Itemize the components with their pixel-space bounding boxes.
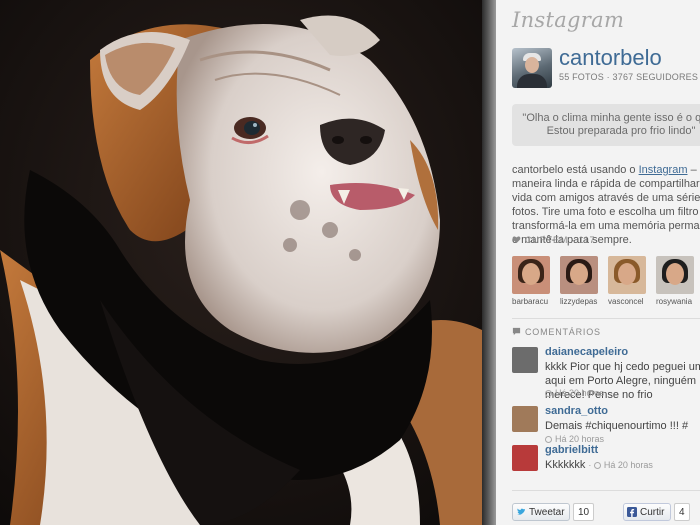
liker-avatar[interactable] — [656, 256, 694, 294]
tweet-label: Tweetar — [529, 507, 565, 518]
instagram-link[interactable]: Instagram — [639, 164, 688, 176]
comments-label: COMENTÁRIOS — [525, 327, 601, 337]
facebook-like-button[interactable]: Curtir — [623, 503, 671, 521]
panel-divider — [482, 0, 496, 525]
twitter-bird-icon — [517, 508, 525, 515]
about-suffix: – uma maneira linda e rápida de comparti… — [512, 164, 700, 246]
liker-name[interactable]: vasconcel — [608, 297, 650, 306]
facebook-icon — [627, 507, 637, 517]
liker-avatar[interactable] — [560, 256, 598, 294]
commenter-avatar[interactable] — [512, 406, 538, 432]
comments-header: COMENTÁRIOS — [512, 327, 601, 337]
profile-avatar[interactable] — [512, 48, 552, 88]
speech-bubble-icon — [512, 327, 521, 336]
clock-icon — [545, 390, 552, 397]
comment-time: Há 20 horas — [545, 434, 604, 444]
liker-item[interactable]: vasconcel — [608, 256, 650, 306]
facebook-like-label: Curtir — [640, 507, 665, 518]
tweet-count: 10 — [573, 503, 595, 521]
profile-stats: 55 FOTOS · 3767 SEGUIDORES — [559, 72, 699, 82]
likes-header: CURTEM · 117 — [512, 235, 595, 245]
comment-text: Kkkkkkk · Há 20 horas — [545, 458, 700, 472]
section-divider — [512, 490, 700, 491]
liker-name[interactable]: lizzydepas — [560, 297, 602, 306]
commenter-username[interactable]: gabrielbitt — [545, 444, 598, 456]
clock-icon — [593, 462, 601, 469]
comment-time-text: Há 20 horas — [555, 434, 605, 444]
tweet-button[interactable]: Tweetar — [512, 503, 570, 521]
comment-time-text: Há 20 horas — [555, 388, 605, 398]
comment-text-body: Kkkkkkk — [545, 459, 586, 471]
comment-text: Demais #chiquenourtimo !!! # — [545, 420, 689, 432]
instagram-logo[interactable]: Instagram — [512, 8, 624, 32]
photo-caption: "Olha o clima minha gente isso é o quê? … — [512, 104, 700, 146]
liker-avatar[interactable] — [512, 256, 550, 294]
about-prefix: cantorbelo está usando o — [512, 164, 639, 176]
commenter-avatar[interactable] — [512, 347, 538, 373]
heart-icon — [512, 236, 521, 244]
section-divider — [512, 318, 700, 319]
profile-username[interactable]: cantorbelo — [559, 45, 662, 71]
liker-name[interactable]: barbaracu — [512, 297, 554, 306]
facebook-like-count: 4 — [674, 503, 690, 521]
commenter-username[interactable]: daianecapeleiro — [545, 346, 628, 358]
clock-icon — [545, 436, 552, 443]
side-panel: Instagram cantorbelo 55 FOTOS · 3767 SEG… — [496, 0, 700, 525]
bulldog-image — [0, 0, 482, 525]
commenter-username[interactable]: sandra_otto — [545, 405, 608, 417]
comment-time: Há 20 horas — [545, 388, 604, 398]
liker-name[interactable]: rosywania — [656, 297, 698, 306]
liker-item[interactable]: barbaracu — [512, 256, 554, 306]
likes-count: 117 — [578, 235, 596, 245]
comment-time-text: Há 20 horas — [603, 460, 653, 470]
post-photo — [0, 0, 482, 525]
likes-label: CURTEM — [525, 235, 569, 245]
liker-item[interactable]: rosywania — [656, 256, 698, 306]
liker-avatar[interactable] — [608, 256, 646, 294]
liker-item[interactable]: lizzydepas — [560, 256, 602, 306]
commenter-avatar[interactable] — [512, 445, 538, 471]
comment-time: · Há 20 horas — [588, 460, 653, 470]
